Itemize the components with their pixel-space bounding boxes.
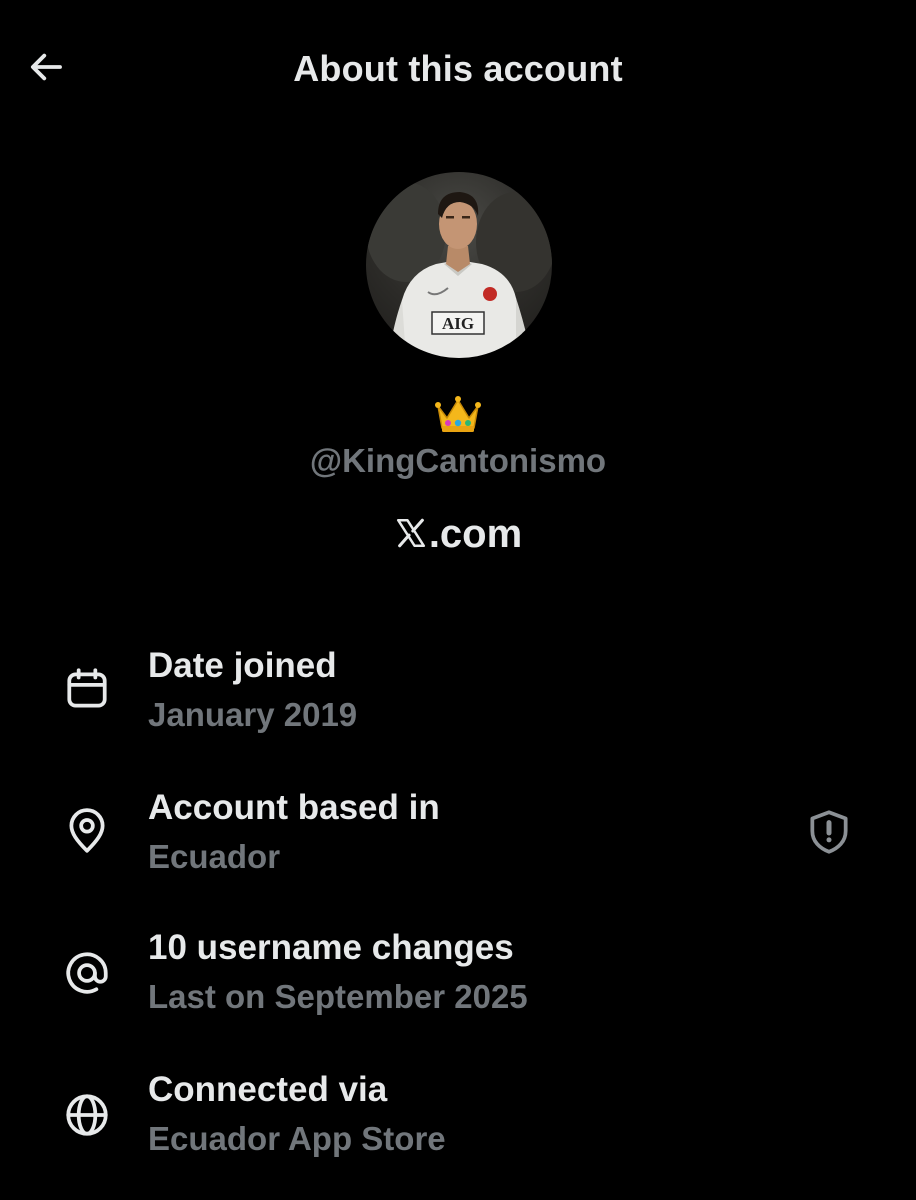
site-link: .com: [0, 512, 916, 557]
display-name: [0, 392, 916, 446]
crown-emoji: [434, 396, 482, 445]
page-title: About this account: [293, 48, 623, 89]
detail-row-date-joined: Date joined January 2019: [0, 640, 916, 760]
shield-exclamation-icon[interactable]: [804, 806, 854, 858]
avatar[interactable]: AIG: [366, 172, 552, 358]
profile-photo: AIG: [366, 182, 552, 358]
top-bar: About this account: [0, 0, 916, 140]
location-pin-icon: [60, 804, 114, 858]
detail-value: Last on September 2025: [148, 978, 528, 1015]
username-handle: @KingCantonismo: [309, 442, 607, 479]
at-sign-icon: [60, 946, 114, 1000]
site-suffix: .com: [428, 512, 523, 556]
detail-label: Date joined: [148, 646, 337, 685]
detail-value: January 2019: [148, 696, 358, 733]
detail-label: Connected via: [148, 1070, 388, 1109]
detail-row-account-based-in: Account based in Ecuador: [0, 782, 916, 902]
detail-row-connected-via: Connected via Ecuador App Store: [0, 1064, 916, 1184]
detail-value: Ecuador App Store: [148, 1120, 446, 1157]
detail-row-username-changes: 10 username changes Last on September 20…: [0, 922, 916, 1042]
calendar-icon: [60, 662, 114, 716]
detail-label: 10 username changes: [148, 928, 514, 967]
detail-value: Ecuador: [148, 838, 281, 875]
svg-text:AIG: AIG: [442, 314, 474, 333]
globe-icon: [60, 1088, 114, 1142]
detail-label: Account based in: [148, 788, 440, 827]
x-logo-icon: [394, 515, 428, 551]
